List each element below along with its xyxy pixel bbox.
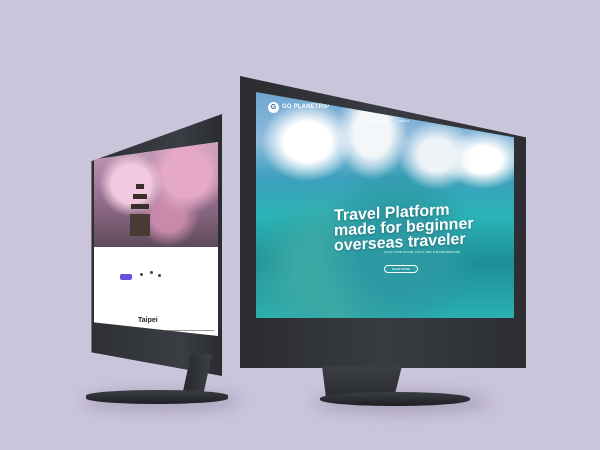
nav-dot[interactable]	[140, 273, 143, 276]
right-monitor-base	[320, 392, 470, 406]
hero-subtitle: CLICK YOUR PLACE, YOU'LL GET THE INFORMA…	[384, 250, 461, 254]
brand-logo-text[interactable]: GO PLANETRIP	[282, 104, 329, 110]
cherry-blossom-hero-image	[94, 142, 218, 247]
left-imac: Taipei	[86, 114, 228, 414]
right-screen: G GO PLANETRIP HOW TO USE TRAVEL MY PAGE…	[256, 92, 514, 318]
read-more-button[interactable]: READ MORE	[384, 265, 418, 273]
left-screen: Taipei	[94, 142, 218, 336]
right-imac: G GO PLANETRIP HOW TO USE TRAVEL MY PAGE…	[240, 76, 530, 406]
search-button[interactable]	[120, 274, 132, 280]
pagoda-image	[130, 184, 150, 236]
nav-dot[interactable]	[150, 271, 153, 274]
nav-dot[interactable]	[158, 274, 161, 277]
hero-title: Travel Platform made for beginner overse…	[334, 201, 474, 255]
left-monitor-base	[86, 390, 228, 404]
nav-travel[interactable]: TRAVEL	[398, 119, 409, 123]
brand-logo-icon[interactable]: G	[268, 102, 279, 113]
city-title: Taipei	[138, 317, 158, 324]
nav-how-to-use[interactable]: HOW TO USE	[368, 119, 387, 123]
